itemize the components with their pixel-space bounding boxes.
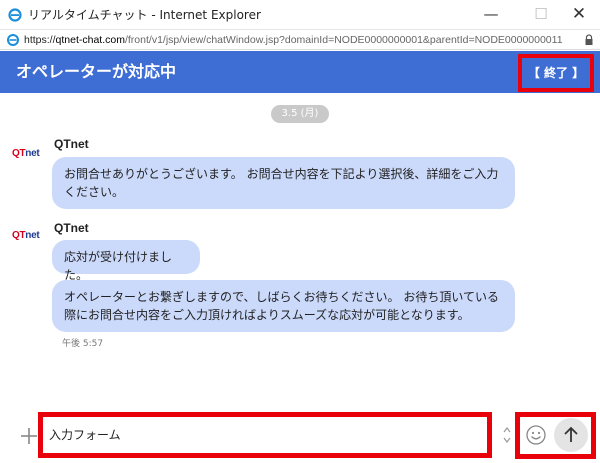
page-icon: [7, 34, 19, 46]
arrow-up-icon: [564, 426, 578, 442]
message-bubble: オペレーターとお繋ぎしますので、しばらくお待ちください。 お待ち頂いている際にお…: [52, 280, 515, 332]
url-text[interactable]: https://qtnet-chat.com/front/v1/jsp/view…: [24, 33, 563, 47]
logo-text-net: net: [25, 148, 40, 159]
end-chat-button[interactable]: 【 終了 】: [518, 54, 594, 92]
header-title: オペレーターが対応中: [16, 62, 177, 81]
message-input[interactable]: 入力フォーム: [49, 427, 121, 443]
spin-icon[interactable]: [502, 425, 512, 445]
lock-icon: [585, 34, 593, 45]
maximize-button[interactable]: ☐: [520, 2, 562, 26]
send-button[interactable]: [554, 418, 588, 452]
url-path: /front/v1/jsp/view/chatWindow.jsp?domain…: [124, 34, 563, 46]
url-host: qtnet-chat.com: [55, 34, 125, 46]
ie-logo-icon: [8, 8, 22, 22]
message-bubble: 応対が受け付けました。: [52, 240, 200, 282]
message-sender: QTnet: [54, 137, 89, 151]
window-title: リアルタイムチャット - Internet Explorer: [28, 8, 261, 22]
chat-header: オペレーターが対応中: [0, 51, 600, 93]
address-bar[interactable]: https://qtnet-chat.com/front/v1/jsp/view…: [0, 30, 600, 50]
window-titlebar: リアルタイムチャット - Internet Explorer — ☐ ✕: [0, 0, 600, 30]
qtnet-logo: QTnet: [12, 148, 40, 159]
qtnet-logo: QTnet: [12, 230, 40, 241]
logo-text-qt: QT: [12, 148, 26, 159]
logo-text-net: net: [25, 230, 40, 241]
message-bubble: お問合せありがとうございます。 お問合せ内容を下記より選択後、詳細をご入力くださ…: [52, 157, 515, 209]
minimize-button[interactable]: —: [470, 2, 512, 26]
message-timestamp: 午後 5:57: [62, 339, 104, 349]
smiley-icon[interactable]: [525, 424, 547, 446]
close-button[interactable]: ✕: [558, 2, 600, 26]
logo-text-qt: QT: [12, 230, 26, 241]
message-sender: QTnet: [54, 221, 89, 235]
date-separator: 3.5 (月): [271, 105, 329, 123]
url-prefix: https://: [24, 34, 56, 46]
